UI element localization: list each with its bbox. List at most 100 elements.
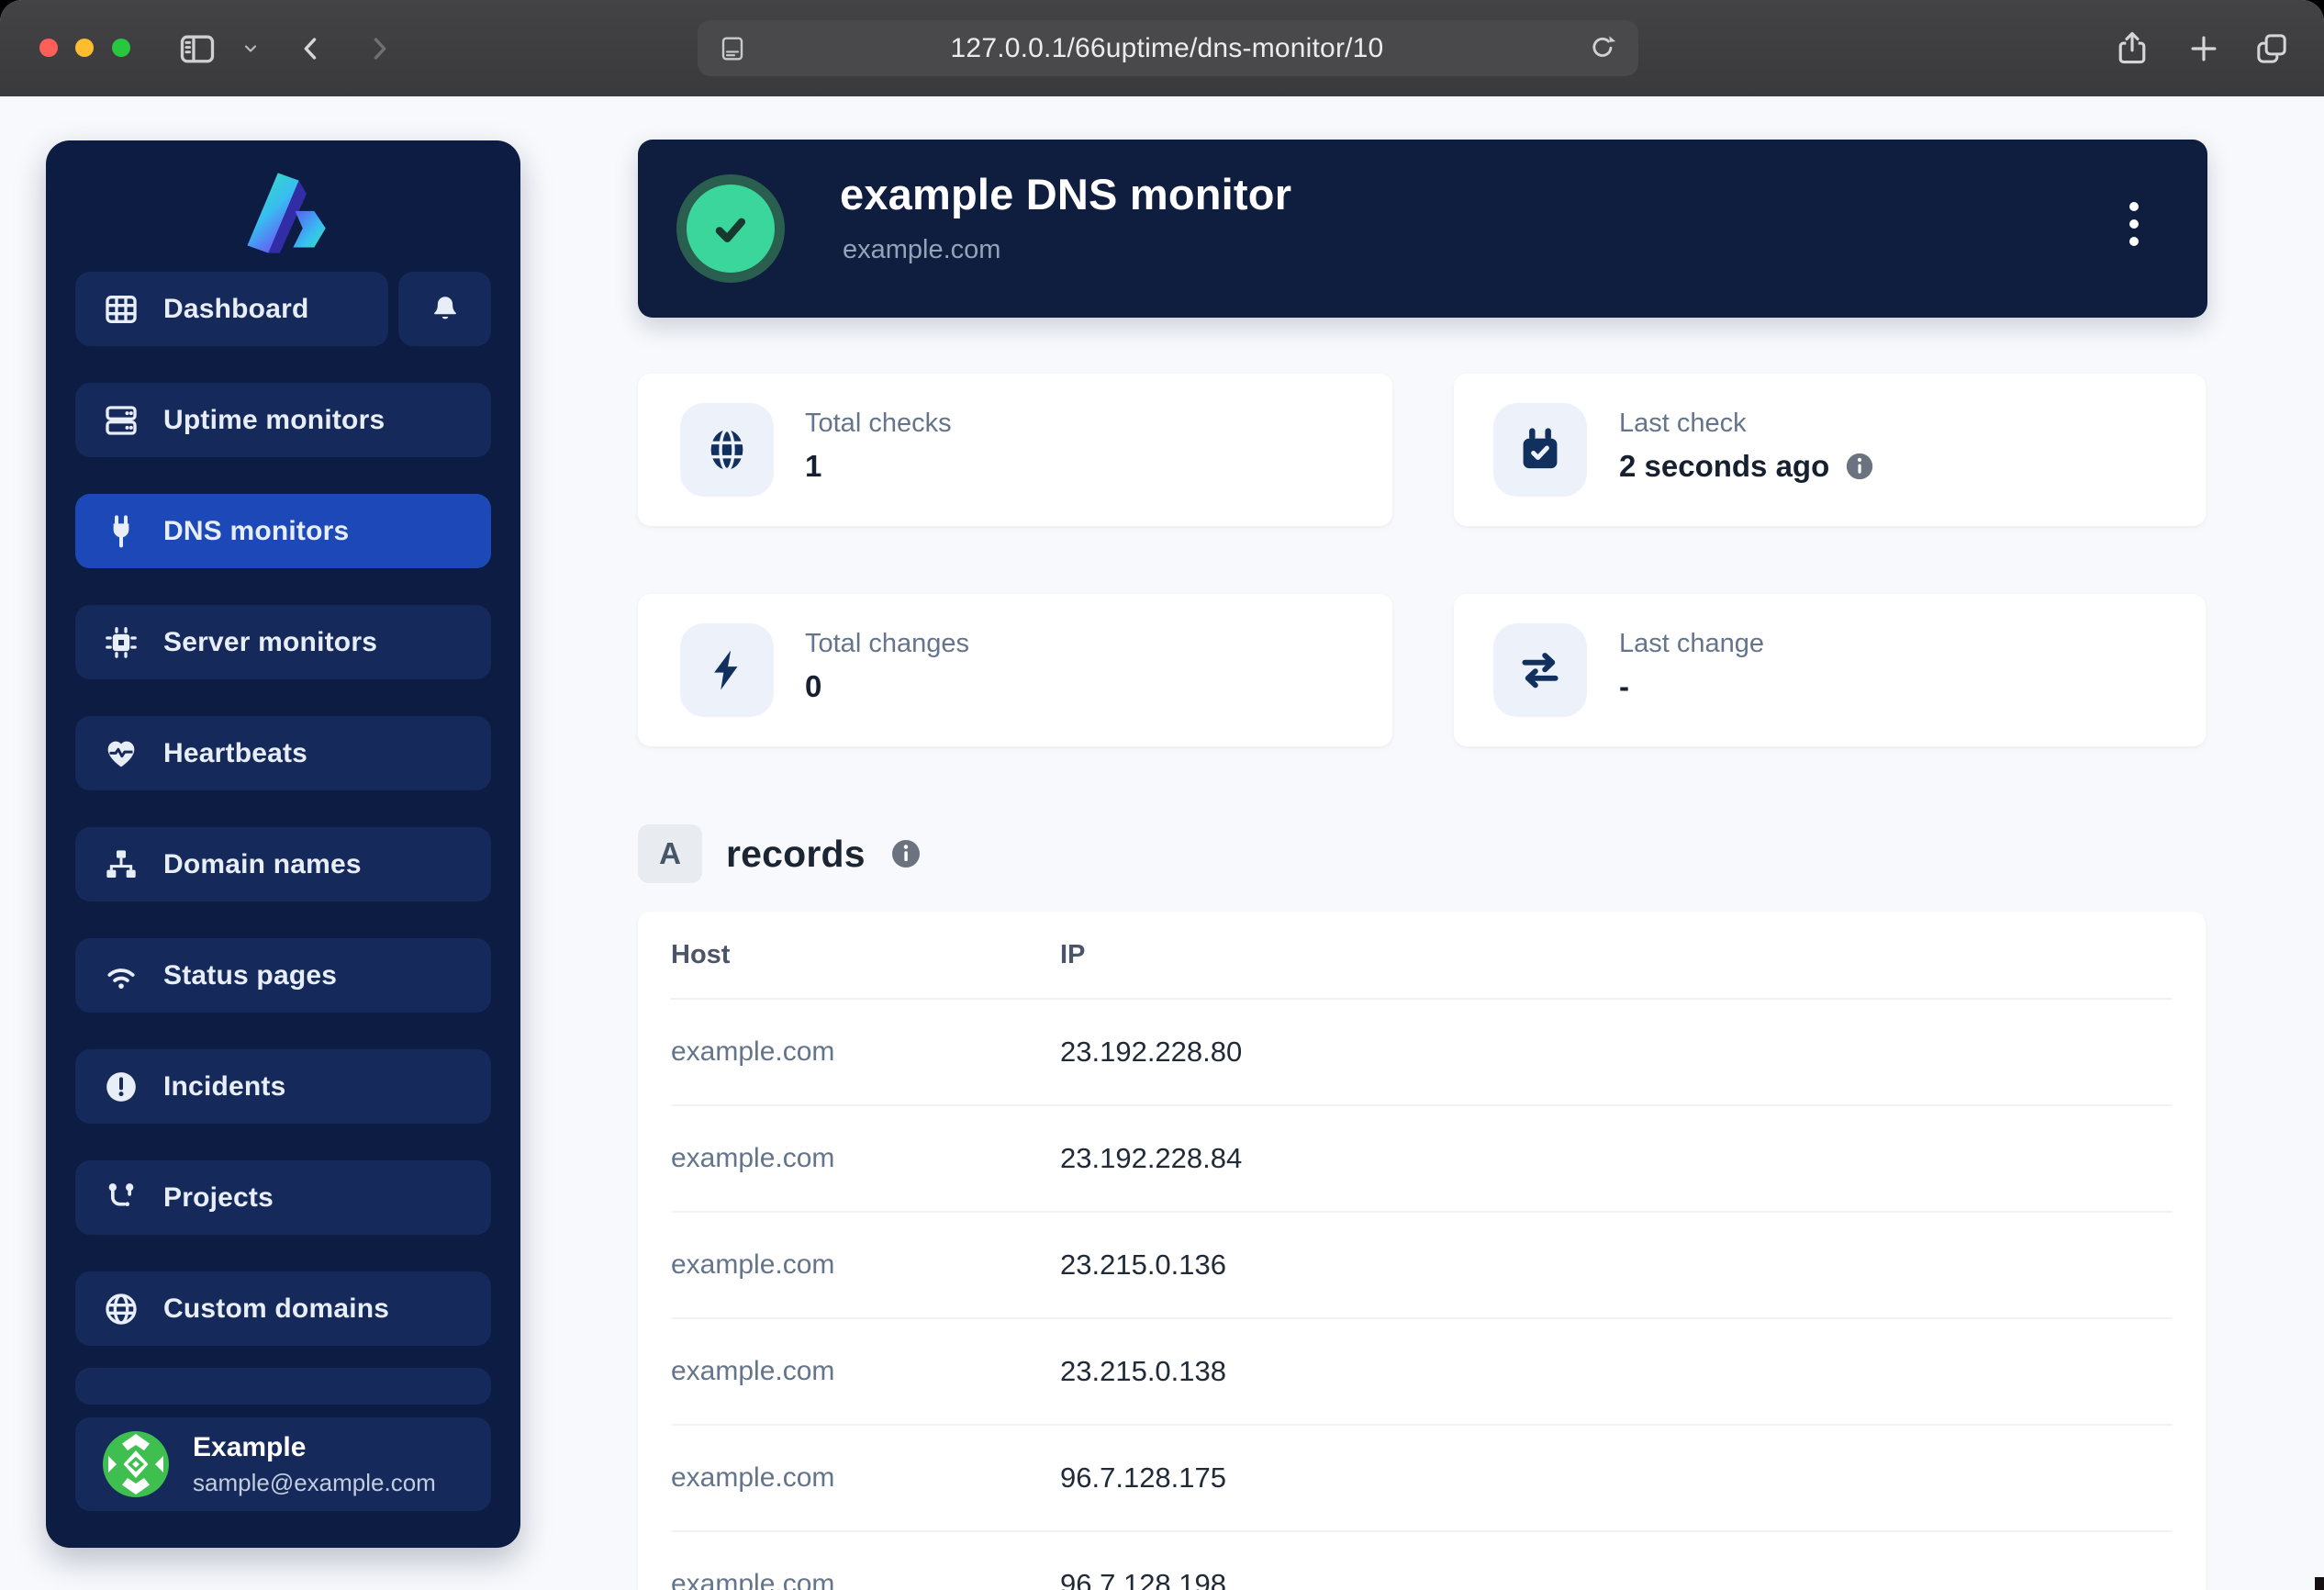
- stat-label: Total changes: [805, 629, 969, 659]
- sidebar-item-domain-names[interactable]: Domain names: [75, 827, 491, 901]
- stat-value: 1: [805, 449, 821, 484]
- screen-corner-artifact: [2315, 1577, 2324, 1590]
- sidebar-item-dashboard[interactable]: Dashboard: [75, 272, 388, 346]
- table-row: example.com 23.215.0.138: [671, 1319, 2173, 1426]
- sidebar: Dashboard: [46, 140, 520, 1548]
- sidebar-item-label: DNS monitors: [163, 516, 349, 547]
- stat-card-last-check: Last check 2 seconds ago: [1454, 374, 2206, 526]
- app-logo[interactable]: [46, 162, 520, 263]
- server-icon: [103, 402, 140, 439]
- table-row: example.com 23.215.0.136: [671, 1213, 2173, 1319]
- tab-overview-button[interactable]: [2251, 28, 2293, 70]
- stat-label: Last check: [1619, 409, 1747, 439]
- monitor-title: example DNS monitor: [840, 169, 1291, 219]
- sidebar-item-partial[interactable]: [75, 1368, 491, 1405]
- stat-value: -: [1619, 669, 1629, 704]
- record-ip: 23.192.228.80: [1060, 1036, 1242, 1069]
- globe-icon: [103, 1291, 140, 1327]
- table-row: example.com 96.7.128.175: [671, 1426, 2173, 1532]
- share-button[interactable]: [2111, 28, 2153, 70]
- brand-logo-icon: [236, 171, 331, 255]
- grid-icon: [103, 291, 140, 328]
- check-icon: [702, 200, 759, 257]
- chip-icon: [103, 624, 140, 661]
- sidebar-item-uptime-monitors[interactable]: Uptime monitors: [75, 383, 491, 457]
- sidebar-item-label: Uptime monitors: [163, 405, 385, 436]
- stat-icon-tile: [1493, 623, 1587, 717]
- sidebar-item-status-pages[interactable]: Status pages: [75, 938, 491, 1013]
- sidebar-menu-chevron[interactable]: [229, 28, 272, 70]
- sidebar-item-label: Heartbeats: [163, 738, 307, 769]
- info-icon[interactable]: [889, 837, 922, 870]
- plug-icon: [103, 513, 140, 550]
- forward-button[interactable]: [358, 28, 400, 70]
- record-ip: 96.7.128.198: [1060, 1568, 1226, 1590]
- bolt-icon: [703, 646, 751, 694]
- stat-icon-tile: [680, 403, 774, 497]
- forward-arrow-icon: [363, 33, 395, 64]
- reload-icon[interactable]: [1587, 33, 1618, 64]
- chevron-down-icon: [241, 39, 260, 58]
- address-bar[interactable]: 127.0.0.1/66uptime/dns-monitor/10: [698, 20, 1638, 76]
- sidebar-item-label: Custom domains: [163, 1293, 389, 1325]
- sidebar-item-incidents[interactable]: Incidents: [75, 1049, 491, 1124]
- monitor-header-card: example DNS monitor example.com: [638, 140, 2207, 318]
- kebab-dot: [2129, 237, 2139, 246]
- record-host: example.com: [671, 1569, 1060, 1590]
- user-account-card[interactable]: Example sample@example.com: [75, 1417, 491, 1511]
- monitor-options-button[interactable]: [2114, 185, 2154, 263]
- table-row: example.com 96.7.128.198: [671, 1532, 2173, 1590]
- column-header-host: Host: [671, 940, 1060, 970]
- bell-icon: [429, 293, 462, 326]
- user-email: sample@example.com: [193, 1469, 436, 1497]
- stat-card-total-changes: Total changes 0: [638, 594, 1392, 746]
- branch-icon: [103, 1180, 140, 1216]
- records-section-heading: A records: [638, 824, 922, 883]
- tabs-icon: [2253, 30, 2290, 67]
- notifications-button[interactable]: [398, 272, 491, 346]
- sidebar-item-server-monitors[interactable]: Server monitors: [75, 605, 491, 679]
- record-host: example.com: [671, 1249, 1060, 1281]
- sidebar-item-label: Dashboard: [163, 294, 309, 325]
- sidebar-item-dns-monitors[interactable]: DNS monitors: [75, 494, 491, 568]
- back-button[interactable]: [290, 28, 332, 70]
- record-type-badge: A: [638, 824, 702, 883]
- record-ip: 23.215.0.138: [1060, 1355, 1226, 1388]
- sidebar-toggle-icon: [177, 28, 218, 69]
- sidebar-item-label: Projects: [163, 1182, 274, 1214]
- stat-value: 2 seconds ago: [1619, 449, 1829, 484]
- app-page: Dashboard: [0, 96, 2324, 1590]
- heart-pulse-icon: [103, 735, 140, 772]
- sidebar-item-label: Incidents: [163, 1071, 286, 1103]
- records-table: Host IP example.com 23.192.228.80 exampl…: [638, 912, 2206, 1590]
- minimize-window-button[interactable]: [75, 39, 94, 57]
- records-title: records: [726, 833, 866, 876]
- record-host: example.com: [671, 1036, 1060, 1068]
- calendar-check-icon: [1516, 426, 1564, 474]
- share-icon: [2113, 29, 2151, 68]
- browser-window: 127.0.0.1/66uptime/dns-monitor/10: [0, 0, 2324, 1590]
- status-up-badge: [676, 174, 785, 283]
- back-arrow-icon: [296, 33, 327, 64]
- new-tab-button[interactable]: [2183, 28, 2225, 70]
- sidebar-item-heartbeats[interactable]: Heartbeats: [75, 716, 491, 790]
- wifi-icon: [103, 957, 140, 994]
- record-ip: 23.192.228.84: [1060, 1142, 1242, 1175]
- table-row: example.com 23.192.228.80: [671, 1000, 2173, 1106]
- user-avatar: [103, 1431, 169, 1497]
- sidebar-toggle-button[interactable]: [176, 28, 218, 70]
- table-header-row: Host IP: [671, 912, 2173, 1000]
- fullscreen-window-button[interactable]: [112, 39, 130, 57]
- sidebar-item-projects[interactable]: Projects: [75, 1160, 491, 1235]
- sidebar-item-custom-domains[interactable]: Custom domains: [75, 1271, 491, 1346]
- kebab-dot: [2129, 219, 2139, 229]
- info-icon[interactable]: [1844, 451, 1875, 482]
- stat-label: Total checks: [805, 409, 952, 439]
- user-name: Example: [193, 1432, 436, 1463]
- stat-icon-tile: [1493, 403, 1587, 497]
- monitor-domain: example.com: [843, 235, 1000, 265]
- stat-icon-tile: [680, 623, 774, 717]
- url-text: 127.0.0.1/66uptime/dns-monitor/10: [747, 33, 1587, 64]
- stat-label: Last change: [1619, 629, 1764, 659]
- close-window-button[interactable]: [39, 39, 58, 57]
